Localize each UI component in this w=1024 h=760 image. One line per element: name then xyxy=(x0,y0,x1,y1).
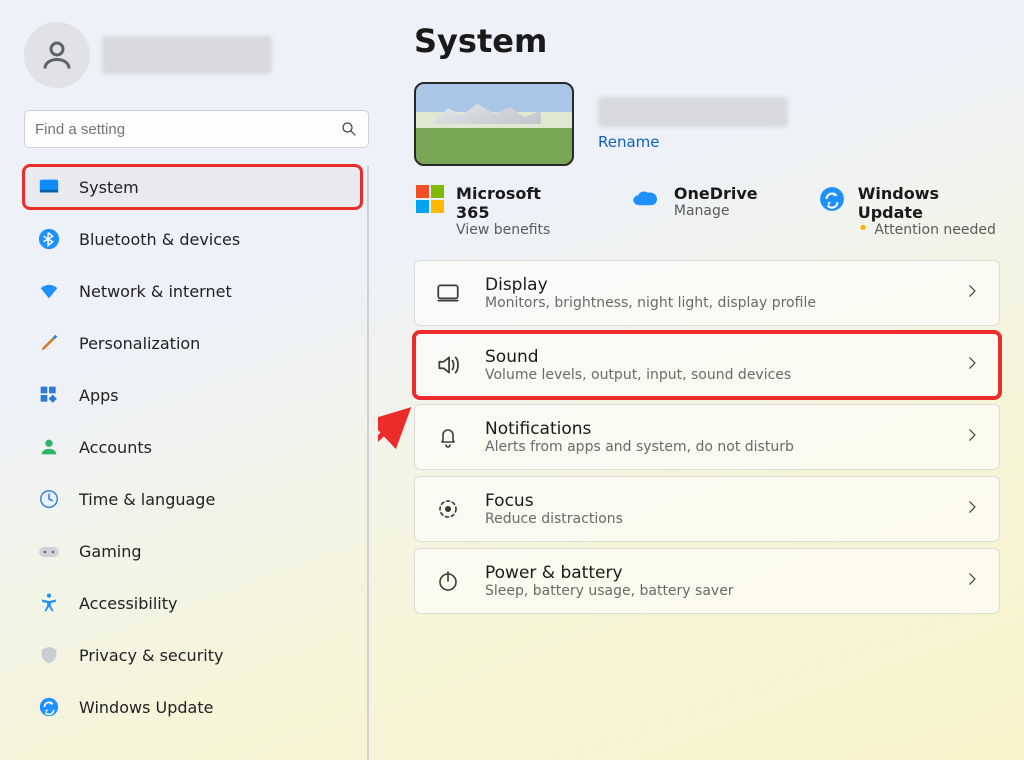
sidebar-item-gaming[interactable]: Gaming xyxy=(24,530,361,572)
sidebar-item-label: Windows Update xyxy=(79,698,213,717)
search-icon xyxy=(340,120,358,138)
chevron-right-icon xyxy=(963,426,981,448)
sidebar-item-personalization[interactable]: Personalization xyxy=(24,322,361,364)
card-title: Sound xyxy=(485,347,791,367)
quick-links: Microsoft 365 View benefits OneDrive Man… xyxy=(414,184,1000,238)
sidebar-item-accessibility[interactable]: Accessibility xyxy=(24,582,361,624)
search-input[interactable] xyxy=(35,121,340,138)
shield-icon xyxy=(37,643,61,667)
quick-sub: Manage xyxy=(674,203,758,219)
nav-list: System Bluetooth & devices Network & int… xyxy=(24,166,369,760)
sidebar-item-label: Accessibility xyxy=(79,594,177,613)
sidebar-item-bluetooth[interactable]: Bluetooth & devices xyxy=(24,218,361,260)
paintbrush-icon xyxy=(37,331,61,355)
quick-ms365[interactable]: Microsoft 365 View benefits xyxy=(416,184,572,238)
display-icon xyxy=(433,278,463,308)
sidebar-item-system[interactable]: System xyxy=(24,166,361,208)
chevron-right-icon xyxy=(963,282,981,304)
device-row: Rename xyxy=(414,82,1000,166)
sidebar-item-label: Privacy & security xyxy=(79,646,223,665)
windows-update-icon xyxy=(37,695,61,719)
power-icon xyxy=(433,566,463,596)
card-focus[interactable]: Focus Reduce distractions xyxy=(414,476,1000,542)
card-title: Notifications xyxy=(485,419,794,439)
sidebar-item-label: Personalization xyxy=(79,334,200,353)
quick-title: Windows Update xyxy=(858,184,1000,222)
wifi-icon xyxy=(37,279,61,303)
avatar[interactable] xyxy=(24,22,90,88)
sound-icon xyxy=(433,350,463,380)
sidebar-item-apps[interactable]: Apps xyxy=(24,374,361,416)
rename-link[interactable]: Rename xyxy=(598,133,788,151)
quick-sub: Attention needed xyxy=(858,222,1000,238)
sidebar-item-label: Time & language xyxy=(79,490,215,509)
card-sub: Reduce distractions xyxy=(485,511,623,527)
chevron-right-icon xyxy=(963,498,981,520)
search-box[interactable] xyxy=(24,110,369,148)
card-sub: Alerts from apps and system, do not dist… xyxy=(485,439,794,455)
person-icon xyxy=(39,37,75,73)
bluetooth-icon xyxy=(37,227,61,251)
chevron-right-icon xyxy=(963,570,981,592)
sidebar-item-label: Gaming xyxy=(79,542,142,561)
system-icon xyxy=(37,175,61,199)
sidebar-item-label: Accounts xyxy=(79,438,152,457)
quick-title: OneDrive xyxy=(674,184,758,203)
microsoft-logo-icon xyxy=(416,184,444,214)
sidebar-item-accounts[interactable]: Accounts xyxy=(24,426,361,468)
clock-globe-icon xyxy=(37,487,61,511)
card-title: Focus xyxy=(485,491,623,511)
settings-cards: Display Monitors, brightness, night ligh… xyxy=(414,260,1000,614)
sidebar-item-label: Apps xyxy=(79,386,119,405)
sidebar-item-label: System xyxy=(79,178,139,197)
quick-winupdate[interactable]: Windows Update Attention needed xyxy=(818,184,1000,238)
card-power[interactable]: Power & battery Sleep, battery usage, ba… xyxy=(414,548,1000,614)
accounts-icon xyxy=(37,435,61,459)
quick-sub: View benefits xyxy=(456,222,572,238)
main-content: System Rename Microsoft 365 View benefit… xyxy=(378,0,1024,760)
card-sub: Sleep, battery usage, battery saver xyxy=(485,583,734,599)
card-title: Display xyxy=(485,275,816,295)
quick-onedrive[interactable]: OneDrive Manage xyxy=(632,184,758,219)
focus-icon xyxy=(433,494,463,524)
sidebar-item-privacy[interactable]: Privacy & security xyxy=(24,634,361,676)
device-wallpaper-thumb[interactable] xyxy=(414,82,574,166)
sidebar-item-label: Bluetooth & devices xyxy=(79,230,240,249)
bell-icon xyxy=(433,422,463,452)
device-name-redacted xyxy=(598,97,788,127)
profile-block xyxy=(24,22,366,88)
card-title: Power & battery xyxy=(485,563,734,583)
accessibility-icon xyxy=(37,591,61,615)
card-sub: Monitors, brightness, night light, displ… xyxy=(485,295,816,311)
sidebar-item-network[interactable]: Network & internet xyxy=(24,270,361,312)
chevron-right-icon xyxy=(963,354,981,376)
sidebar-item-winupdate[interactable]: Windows Update xyxy=(24,686,361,728)
card-notifications[interactable]: Notifications Alerts from apps and syste… xyxy=(414,404,1000,470)
card-display[interactable]: Display Monitors, brightness, night ligh… xyxy=(414,260,1000,326)
windows-update-icon xyxy=(818,184,846,214)
apps-icon xyxy=(37,383,61,407)
sidebar-item-label: Network & internet xyxy=(79,282,232,301)
gaming-icon xyxy=(37,539,61,563)
card-sub: Volume levels, output, input, sound devi… xyxy=(485,367,791,383)
sidebar: System Bluetooth & devices Network & int… xyxy=(0,0,378,760)
profile-name-redacted xyxy=(102,36,272,74)
sidebar-item-time-language[interactable]: Time & language xyxy=(24,478,361,520)
onedrive-icon xyxy=(632,184,662,214)
card-sound[interactable]: Sound Volume levels, output, input, soun… xyxy=(414,332,1000,398)
page-title: System xyxy=(414,22,1000,60)
quick-title: Microsoft 365 xyxy=(456,184,572,222)
